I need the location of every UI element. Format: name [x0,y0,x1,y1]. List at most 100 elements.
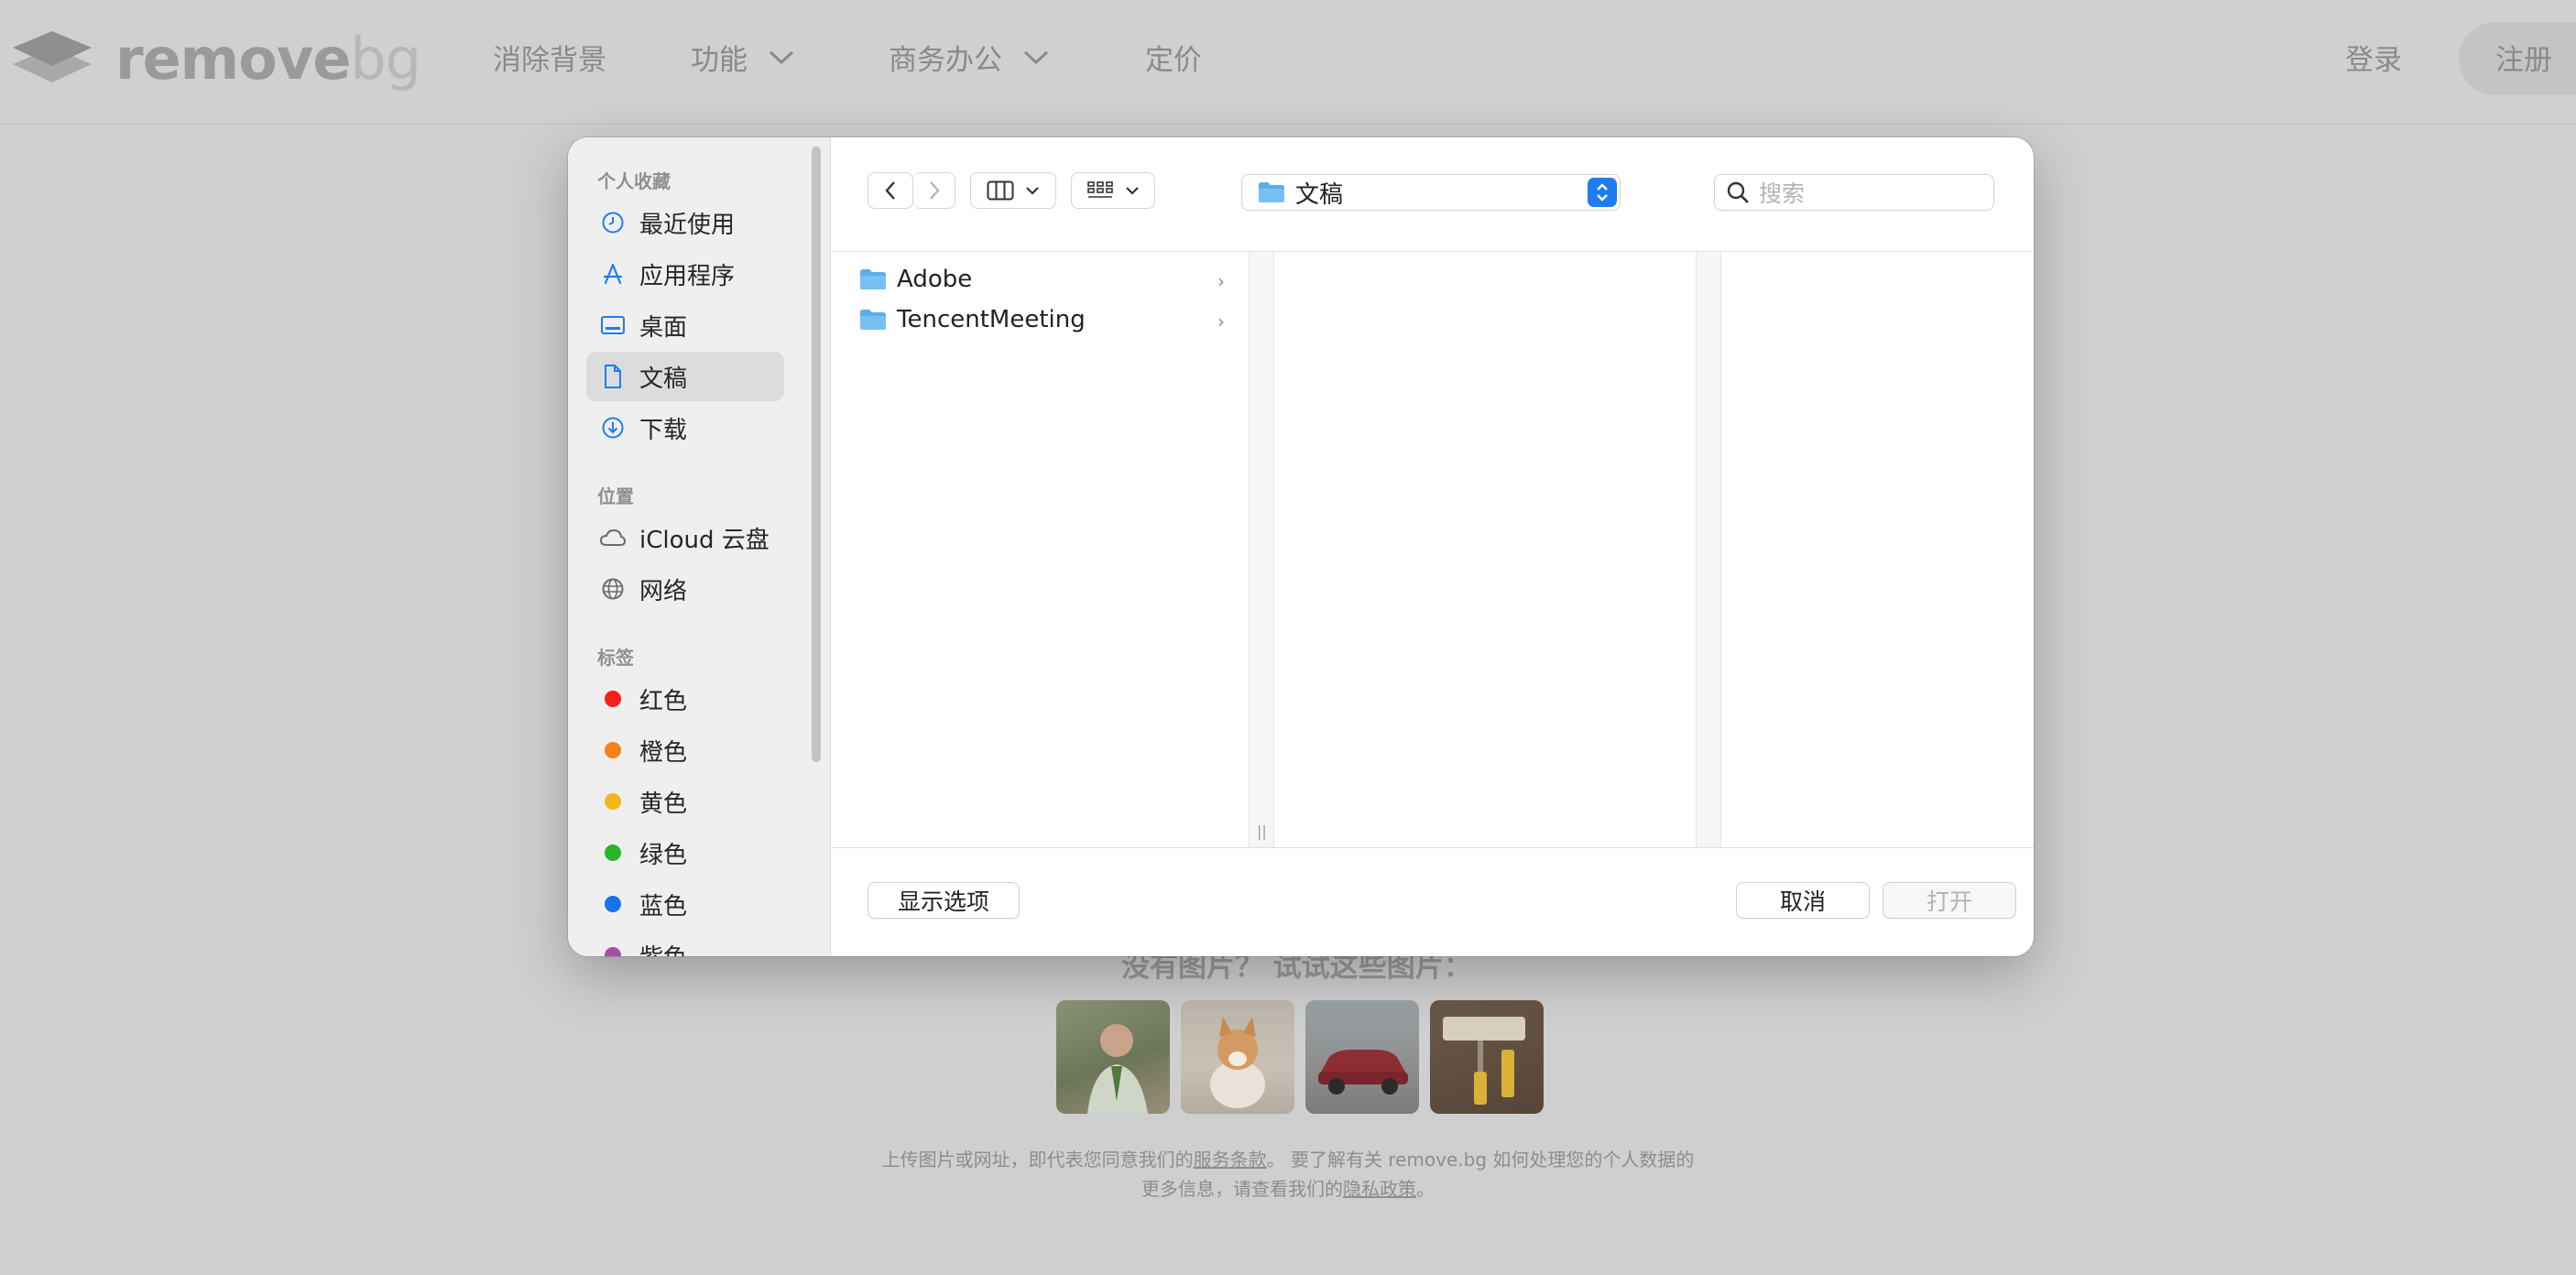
tag-color-dot-icon [599,839,627,866]
browser-column-1: Adobe › TencentMeeting › [831,252,1249,847]
tag-color-dot-icon [599,685,627,713]
resize-grip-icon: || [1257,823,1267,840]
back-button[interactable] [868,172,913,209]
sidebar-item-label: 蓝色 [639,892,688,921]
browser-column-3 [1721,252,2034,847]
cloud-icon [599,524,627,551]
terms-notice: 上传图片或网址，即代表您同意我们的服务条款。 要了解有关 remove.bg 如… [881,1149,1695,1200]
sidebar-item-label: 文稿 [639,365,688,393]
sidebar-tag-item[interactable]: 紫色 [586,931,784,956]
sidebar-item-network[interactable]: 网络 [586,564,784,614]
globe-icon [599,575,627,603]
sidebar-item-label: 应用程序 [639,262,736,290]
group-button[interactable] [1071,172,1155,209]
folder-icon [860,310,886,330]
sidebar-item-label: iCloud 云盘 [639,526,770,554]
file-row-tencentmeeting[interactable]: TencentMeeting › [831,300,1249,340]
applications-icon [599,260,627,288]
folder-icon [1259,182,1284,202]
car-photo-icon [1318,1050,1408,1095]
sidebar-item-label: 绿色 [639,841,688,869]
sidebar-item-label: 黄色 [639,790,688,818]
sidebar-item-applications[interactable]: 应用程序 [586,249,784,299]
column-resize-handle[interactable]: || [1249,252,1274,847]
file-row-adobe[interactable]: Adobe › [831,259,1249,300]
chevron-down-icon [1126,187,1139,195]
privacy-link[interactable]: 隐私政策 [1343,1178,1416,1200]
sidebar-tag-item[interactable]: 黄色 [586,777,784,826]
sidebar-item-icloud[interactable]: iCloud 云盘 [586,513,784,562]
dialog-sidebar: 个人收藏 最近使用 应用程序 桌面 文稿 下载 位置 iCloud 云盘 网络 … [568,137,831,956]
layers-logo-icon [13,31,92,82]
grid-icon [1087,181,1113,198]
sidebar-item-label: 紫色 [639,939,687,957]
paint-roller-photo-icon [1443,1017,1525,1105]
current-folder-label: 文稿 [1295,180,1344,209]
sidebar-item-label: 红色 [639,687,688,715]
show-options-button[interactable]: 显示选项 [868,882,1020,919]
chevron-down-icon [769,50,794,64]
sidebar-item-desktop[interactable]: 桌面 [586,300,784,350]
sample-image-tools[interactable] [1430,1000,1544,1114]
column-browser: Adobe › TencentMeeting › || [831,252,2034,847]
sample-image-person[interactable] [1056,1000,1170,1114]
sidebar-tag-item[interactable]: 绿色 [586,828,784,877]
chevron-down-icon [1023,50,1049,64]
sample-image-dog[interactable] [1181,1000,1294,1114]
file-name: Adobe [897,266,973,293]
nav-features[interactable]: 功能 [691,37,795,78]
sidebar-tag-item[interactable]: 橙色 [586,725,784,775]
view-mode-button[interactable] [970,172,1056,209]
sidebar-item-downloads[interactable]: 下载 [586,403,784,452]
dog-photo-icon [1210,1017,1265,1108]
nav-pricing[interactable]: 定价 [1145,37,1202,78]
tag-color-dot-icon [599,736,627,764]
favorites-section-title: 个人收藏 [597,170,671,192]
sidebar-tag-item[interactable]: 红色 [586,674,784,724]
sidebar-item-label: 下载 [639,416,688,444]
sidebar-scrollbar[interactable] [812,147,821,762]
browser-column-2 [1274,252,1696,847]
sidebar-tag-item[interactable]: 蓝色 [586,879,784,929]
popup-stepper-icon [1588,178,1617,207]
removebg-logo[interactable]: removebg [11,26,421,93]
terms-link[interactable]: 服务条款 [1194,1149,1267,1171]
location-popup[interactable]: 文稿 [1241,174,1621,211]
tags-section-title: 标签 [597,647,634,669]
sidebar-item-recents[interactable]: 最近使用 [586,198,784,247]
sample-images [1056,1000,1544,1114]
search-placeholder: 搜索 [1759,180,1806,207]
open-button[interactable]: 打开 [1883,882,2016,919]
login-link[interactable]: 登录 [2345,37,2402,78]
dialog-toolbar: 文稿 搜索 [831,137,2034,252]
signup-button[interactable]: 注册 [2459,22,2576,95]
sidebar-item-label: 最近使用 [639,211,736,239]
sidebar-item-label: 橙色 [639,738,688,767]
dialog-main: 文稿 搜索 Adobe › TencentMeeting › || 显示选项 取… [831,137,2034,956]
chevron-right-icon: › [1217,270,1225,292]
tag-color-dot-icon [599,890,627,918]
column-resize-handle[interactable] [1696,252,1721,847]
nav-remove-background[interactable]: 消除背景 [493,37,606,78]
clock-icon [599,209,627,236]
sample-image-car[interactable] [1305,1000,1419,1114]
search-icon [1727,181,1749,203]
document-icon [599,363,627,390]
file-open-dialog: 个人收藏 最近使用 应用程序 桌面 文稿 下载 位置 iCloud 云盘 网络 … [568,137,2034,956]
tag-color-dot-icon [599,788,627,815]
cancel-button[interactable]: 取消 [1736,882,1870,919]
sidebar-item-documents[interactable]: 文稿 [586,352,784,401]
chevron-right-icon: › [1217,311,1225,332]
column-view-icon [987,180,1014,201]
forward-button[interactable] [913,172,955,209]
sidebar-item-label: 桌面 [639,313,688,342]
locations-section-title: 位置 [597,485,634,507]
nav-business[interactable]: 商务办公 [889,37,1050,78]
desktop-icon [599,311,627,339]
logo-text: removebg [115,26,421,93]
file-name: TencentMeeting [897,306,1086,333]
folder-icon [860,269,886,289]
site-header: removebg 消除背景 功能 商务办公 定价 登录 注册 [0,0,2576,125]
chevron-left-icon [885,181,895,200]
search-field[interactable]: 搜索 [1714,174,1994,211]
